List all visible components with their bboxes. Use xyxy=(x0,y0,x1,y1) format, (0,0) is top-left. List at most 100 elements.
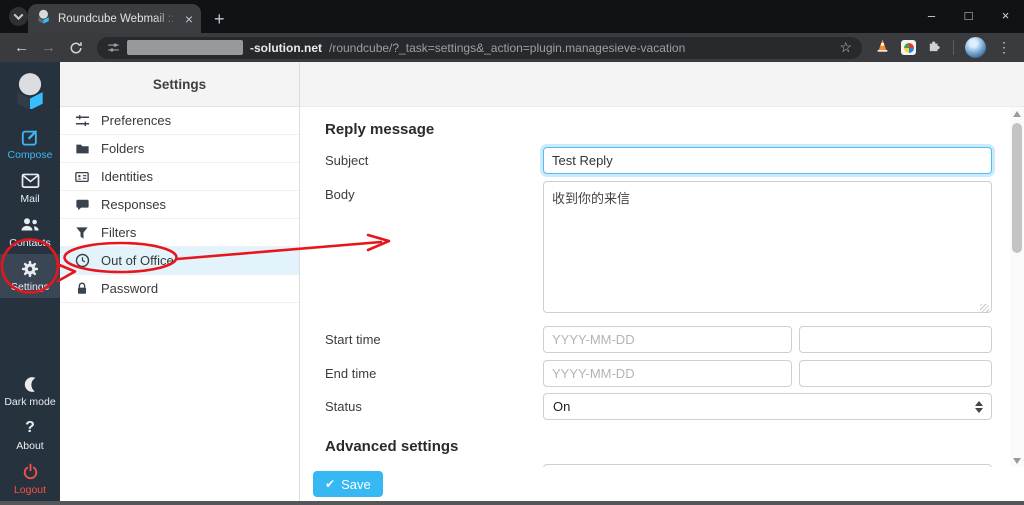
settings-item-label: Folders xyxy=(101,141,145,156)
task-sidebar: Compose Mail Contacts Settings Dark mode… xyxy=(0,62,60,501)
browser-tab[interactable]: Roundcube Webmail :: Out of O × xyxy=(28,4,201,33)
settings-item-label: Password xyxy=(101,281,159,296)
window-bottom-edge xyxy=(0,501,1024,505)
roundcube-logo xyxy=(11,71,49,114)
sidebar-item-label: Dark mode xyxy=(4,395,56,408)
lock-icon xyxy=(74,281,90,296)
settings-item-password[interactable]: Password xyxy=(60,275,299,303)
sidebar-item-about[interactable]: ? About xyxy=(0,413,60,457)
sliders-icon xyxy=(74,113,90,128)
settings-item-label: Identities xyxy=(101,169,154,184)
settings-item-identities[interactable]: Identities xyxy=(60,163,299,191)
start-hour-input[interactable] xyxy=(799,326,992,353)
subject-input[interactable] xyxy=(543,147,992,174)
form-footer: ✔ Save xyxy=(300,467,1024,501)
funnel-icon xyxy=(74,226,90,240)
sidebar-item-logout[interactable]: Logout xyxy=(0,457,60,501)
sidebar-item-contacts[interactable]: Contacts xyxy=(0,210,60,254)
section-title-reply-message: Reply message xyxy=(325,121,435,138)
subject-label: Subject xyxy=(325,153,369,168)
content-header-band xyxy=(300,62,1024,107)
body-label: Body xyxy=(325,187,355,202)
gear-icon xyxy=(21,260,39,278)
browser-menu-icon[interactable]: ⋮ xyxy=(997,39,1011,56)
sidebar-item-label: Mail xyxy=(20,192,40,205)
toolbar-divider xyxy=(953,40,954,55)
folder-icon xyxy=(74,142,90,156)
url-path: /roundcube/?_task=settings&_action=plugi… xyxy=(329,40,686,55)
end-hour-input[interactable] xyxy=(799,360,992,387)
scroll-up-icon[interactable] xyxy=(1010,107,1024,120)
url-bar[interactable]: -solution.net /roundcube/?_task=settings… xyxy=(97,36,862,59)
vacation-form: Reply message Subject Body 收到你的来信 Start … xyxy=(300,62,1024,501)
minimize-button[interactable]: – xyxy=(913,0,950,30)
settings-item-preferences[interactable]: Preferences xyxy=(60,107,299,135)
chevron-down-icon xyxy=(13,10,24,21)
settings-item-responses[interactable]: Responses xyxy=(60,191,299,219)
sidebar-item-label: Contacts xyxy=(9,236,51,249)
site-settings-icon[interactable] xyxy=(107,41,120,54)
power-icon xyxy=(22,463,39,481)
vertical-scrollbar[interactable] xyxy=(1010,107,1024,467)
question-mark-icon: ? xyxy=(25,418,35,436)
settings-panel-title: Settings xyxy=(60,62,299,107)
bookmark-star-icon[interactable]: ☆ xyxy=(839,39,852,56)
browser-toolbar: ← → -solution.net /roundcube/?_task=sett… xyxy=(0,33,1024,62)
check-icon: ✔ xyxy=(325,477,336,491)
sidebar-item-settings[interactable]: Settings xyxy=(0,254,60,298)
end-date-input[interactable] xyxy=(543,360,792,387)
save-button[interactable]: ✔ Save xyxy=(313,471,383,497)
settings-item-label: Responses xyxy=(101,197,167,212)
moon-icon xyxy=(22,375,39,393)
new-tab-button[interactable]: + xyxy=(214,10,225,28)
vlc-extension-icon[interactable] xyxy=(875,38,890,58)
sidebar-item-compose[interactable]: Compose xyxy=(0,122,60,166)
id-card-icon xyxy=(74,170,90,184)
tab-search-button[interactable] xyxy=(9,7,28,26)
photos-extension-icon[interactable] xyxy=(901,40,916,55)
settings-item-out-of-office[interactable]: Out of Office xyxy=(60,247,299,275)
redacted-domain-box xyxy=(127,40,243,55)
start-time-label: Start time xyxy=(325,332,381,347)
sidebar-item-label: About xyxy=(16,439,44,452)
clock-icon xyxy=(74,253,90,268)
reload-button[interactable] xyxy=(63,41,88,55)
settings-item-label: Out of Office xyxy=(101,253,174,268)
scrollbar-thumb[interactable] xyxy=(1012,123,1022,253)
comment-icon xyxy=(74,198,90,212)
mail-icon xyxy=(21,172,40,190)
select-spinner-icon xyxy=(975,401,983,413)
save-button-label: Save xyxy=(341,476,371,492)
compose-icon xyxy=(21,128,39,146)
maximize-button[interactable]: □ xyxy=(950,0,987,30)
section-title-advanced-settings: Advanced settings xyxy=(325,438,459,455)
contacts-icon xyxy=(20,216,40,234)
resize-handle-icon[interactable] xyxy=(980,304,989,313)
url-domain: -solution.net xyxy=(250,40,322,55)
sidebar-item-label: Settings xyxy=(11,280,49,293)
settings-panel: Settings Preferences Folders Identities … xyxy=(60,62,300,501)
browser-titlebar: Roundcube Webmail :: Out of O × + – □ × xyxy=(0,0,1024,33)
sidebar-item-label: Logout xyxy=(13,483,47,496)
extensions-puzzle-icon[interactable] xyxy=(927,38,942,58)
settings-item-label: Preferences xyxy=(101,113,172,128)
sidebar-item-label: Compose xyxy=(7,148,53,161)
status-select[interactable]: On xyxy=(543,393,992,420)
sidebar-item-mail[interactable]: Mail xyxy=(0,166,60,210)
settings-item-label: Filters xyxy=(101,225,137,240)
roundcube-favicon-icon xyxy=(36,9,51,29)
forward-button[interactable]: → xyxy=(36,40,61,55)
end-time-label: End time xyxy=(325,366,377,381)
tab-close-icon[interactable]: × xyxy=(185,12,193,26)
start-date-input[interactable] xyxy=(543,326,792,353)
scroll-down-icon[interactable] xyxy=(1010,454,1024,467)
back-button[interactable]: ← xyxy=(9,40,34,55)
tab-title: Roundcube Webmail :: Out of O xyxy=(58,12,178,25)
status-label: Status xyxy=(325,399,362,414)
sidebar-item-dark-mode[interactable]: Dark mode xyxy=(0,369,60,413)
settings-item-folders[interactable]: Folders xyxy=(60,135,299,163)
window-close-button[interactable]: × xyxy=(987,0,1024,30)
profile-avatar[interactable] xyxy=(965,37,986,58)
settings-item-filters[interactable]: Filters xyxy=(60,219,299,247)
body-textarea[interactable]: 收到你的来信 xyxy=(543,181,992,313)
